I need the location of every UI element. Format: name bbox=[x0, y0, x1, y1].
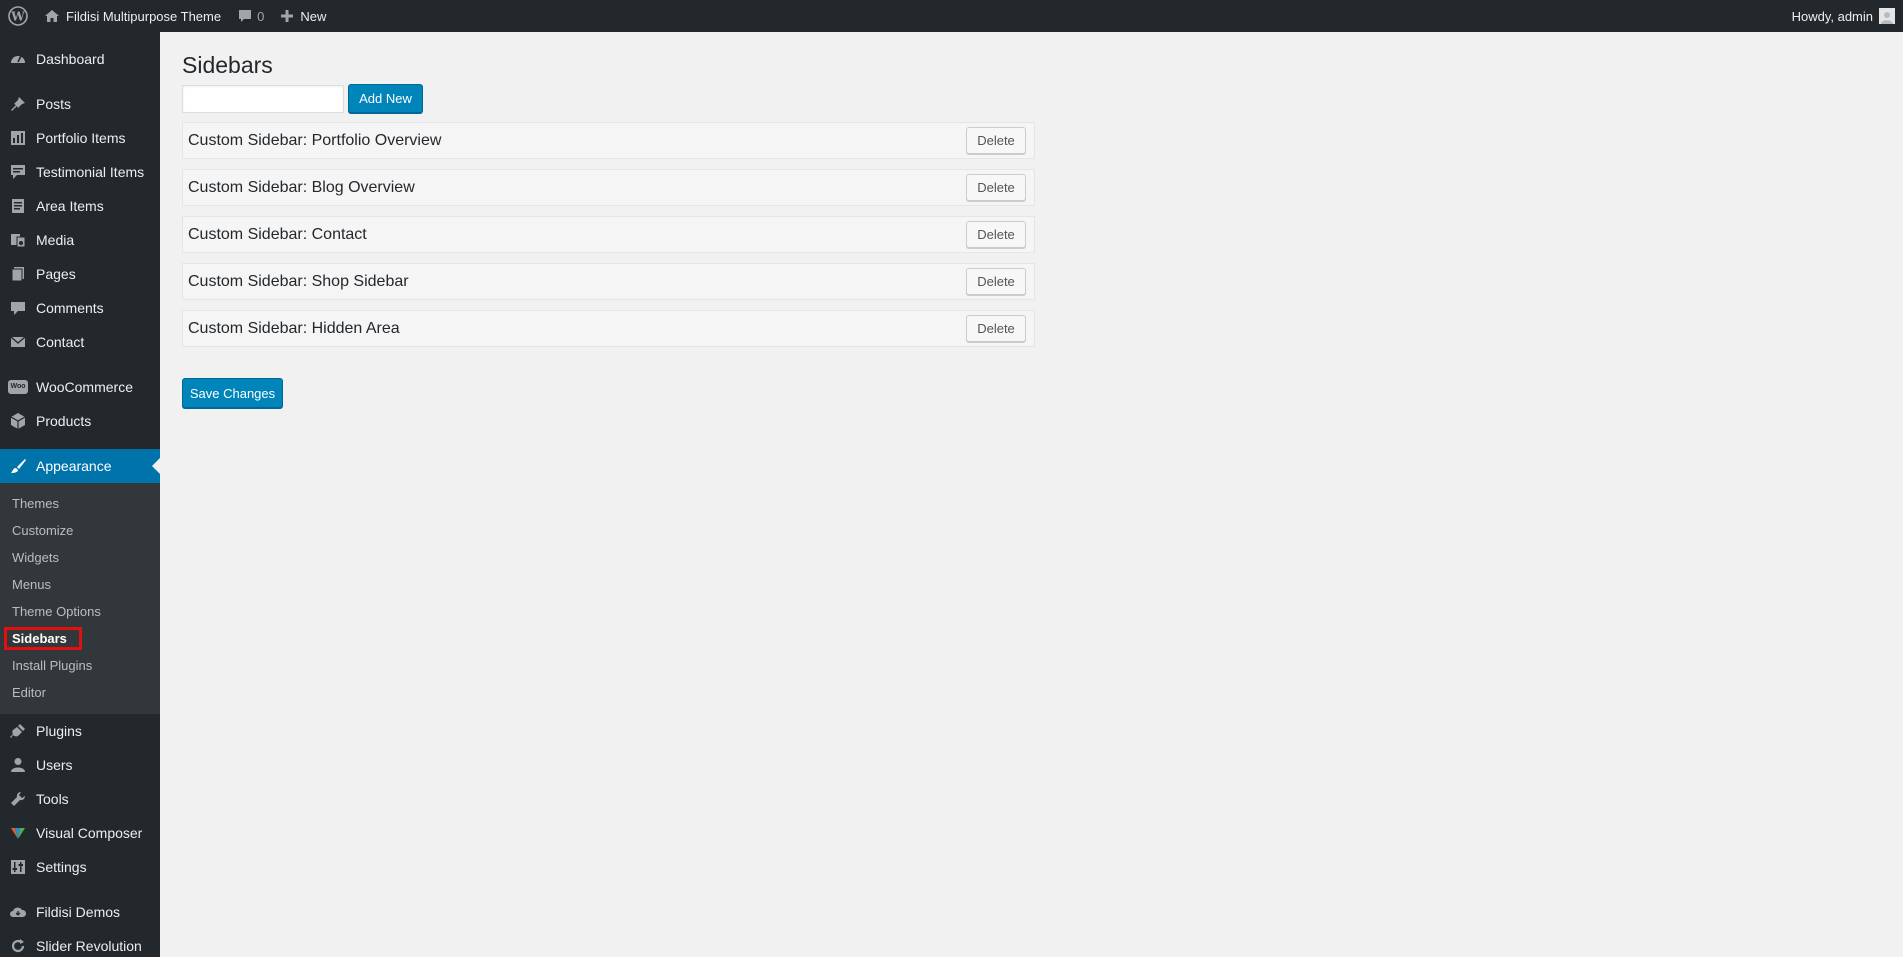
delete-button[interactable]: Delete bbox=[966, 174, 1026, 201]
wrench-icon bbox=[8, 789, 28, 809]
sidebar-row: Custom Sidebar: Portfolio Overview Delet… bbox=[182, 122, 1035, 159]
menu-item-portfolio-items[interactable]: Portfolio Items bbox=[0, 121, 160, 155]
menu-item-comments[interactable]: Comments bbox=[0, 291, 160, 325]
howdy-text: Howdy, admin bbox=[1791, 8, 1873, 24]
highlight-box bbox=[4, 627, 82, 650]
mail-icon bbox=[8, 332, 28, 352]
page-title: Sidebars bbox=[182, 52, 273, 78]
woocommerce-icon: Woo bbox=[8, 377, 28, 397]
sidebar-name: Custom Sidebar: Hidden Area bbox=[188, 319, 400, 337]
delete-button[interactable]: Delete bbox=[966, 315, 1026, 342]
menu-item-posts[interactable]: Posts bbox=[0, 87, 160, 121]
comments-link[interactable]: 0 bbox=[229, 0, 272, 32]
menu-item-testimonial-items[interactable]: Testimonial Items bbox=[0, 155, 160, 189]
box-icon bbox=[8, 411, 28, 431]
plus-icon bbox=[280, 9, 294, 23]
home-icon bbox=[44, 8, 60, 24]
menu-item-fildisi-demos[interactable]: Fildisi Demos bbox=[0, 895, 160, 929]
plug-icon bbox=[8, 721, 28, 741]
cloud-icon bbox=[8, 902, 28, 922]
menu-item-area-items[interactable]: Area Items bbox=[0, 189, 160, 223]
sidebar-name: Custom Sidebar: Blog Overview bbox=[188, 178, 415, 196]
wordpress-logo-icon[interactable]: W bbox=[0, 0, 36, 32]
appearance-submenu: Themes Customize Widgets Menus Theme Opt… bbox=[0, 483, 160, 714]
paintbrush-icon bbox=[8, 456, 28, 476]
menu-item-contact[interactable]: Contact bbox=[0, 325, 160, 359]
pin-icon bbox=[8, 94, 28, 114]
sidebar-name: Custom Sidebar: Contact bbox=[188, 225, 367, 243]
delete-button[interactable]: Delete bbox=[966, 127, 1026, 154]
submenu-item-editor[interactable]: Editor bbox=[0, 679, 160, 706]
comment-icon bbox=[8, 298, 28, 318]
menu-item-media[interactable]: Media bbox=[0, 223, 160, 257]
sidebar-row: Custom Sidebar: Shop Sidebar Delete bbox=[182, 263, 1035, 300]
menu-item-products[interactable]: Products bbox=[0, 404, 160, 438]
new-label: New bbox=[300, 8, 327, 24]
sidebar-row: Custom Sidebar: Contact Delete bbox=[182, 216, 1035, 253]
submenu-item-menus[interactable]: Menus bbox=[0, 571, 160, 598]
menu-item-woocommerce[interactable]: Woo WooCommerce bbox=[0, 370, 160, 404]
delete-button[interactable]: Delete bbox=[966, 221, 1026, 248]
submenu-item-sidebars[interactable]: Sidebars bbox=[0, 625, 160, 652]
menu-item-pages[interactable]: Pages bbox=[0, 257, 160, 291]
new-sidebar-input[interactable] bbox=[182, 85, 344, 113]
portfolio-icon bbox=[8, 128, 28, 148]
menu-item-visual-composer[interactable]: Visual Composer bbox=[0, 816, 160, 850]
admin-bar: W Fildisi Multipurpose Theme 0 New Howdy… bbox=[0, 0, 1903, 32]
menu-item-appearance[interactable]: Appearance bbox=[0, 449, 160, 483]
sidebar-row: Custom Sidebar: Blog Overview Delete bbox=[182, 169, 1035, 206]
settings-icon bbox=[8, 857, 28, 877]
submenu-item-install-plugins[interactable]: Install Plugins bbox=[0, 652, 160, 679]
new-content-link[interactable]: New bbox=[272, 0, 334, 32]
sidebar-row: Custom Sidebar: Hidden Area Delete bbox=[182, 310, 1035, 347]
admin-menu: Dashboard Posts Portfolio Items Testimon… bbox=[0, 32, 160, 957]
document-icon bbox=[8, 196, 28, 216]
media-icon bbox=[8, 230, 28, 250]
sidebar-name: Custom Sidebar: Shop Sidebar bbox=[188, 272, 409, 290]
delete-button[interactable]: Delete bbox=[966, 268, 1026, 295]
testimonial-icon bbox=[8, 162, 28, 182]
avatar bbox=[1879, 8, 1895, 24]
sidebar-list: Custom Sidebar: Portfolio Overview Delet… bbox=[182, 122, 1035, 357]
comments-count: 0 bbox=[257, 8, 265, 24]
submenu-item-customize[interactable]: Customize bbox=[0, 517, 160, 544]
sidebar-name: Custom Sidebar: Portfolio Overview bbox=[188, 131, 442, 149]
menu-item-users[interactable]: Users bbox=[0, 748, 160, 782]
dashboard-icon bbox=[8, 49, 28, 69]
comment-icon bbox=[237, 8, 253, 24]
pages-icon bbox=[8, 264, 28, 284]
add-new-button[interactable]: Add New bbox=[348, 84, 423, 113]
user-icon bbox=[8, 755, 28, 775]
menu-item-dashboard[interactable]: Dashboard bbox=[0, 42, 160, 76]
menu-item-slider-revolution[interactable]: Slider Revolution bbox=[0, 929, 160, 957]
svg-text:W: W bbox=[10, 10, 25, 24]
submenu-item-themes[interactable]: Themes bbox=[0, 490, 160, 517]
submenu-item-theme-options[interactable]: Theme Options bbox=[0, 598, 160, 625]
site-name: Fildisi Multipurpose Theme bbox=[66, 8, 222, 24]
site-name-link[interactable]: Fildisi Multipurpose Theme bbox=[36, 0, 229, 32]
menu-item-plugins[interactable]: Plugins bbox=[0, 714, 160, 748]
save-changes-button[interactable]: Save Changes bbox=[182, 378, 283, 408]
visual-composer-icon bbox=[8, 823, 28, 843]
menu-item-tools[interactable]: Tools bbox=[0, 782, 160, 816]
submenu-item-widgets[interactable]: Widgets bbox=[0, 544, 160, 571]
my-account-link[interactable]: Howdy, admin bbox=[1784, 0, 1903, 32]
menu-item-settings[interactable]: Settings bbox=[0, 850, 160, 884]
refresh-icon bbox=[8, 936, 28, 956]
